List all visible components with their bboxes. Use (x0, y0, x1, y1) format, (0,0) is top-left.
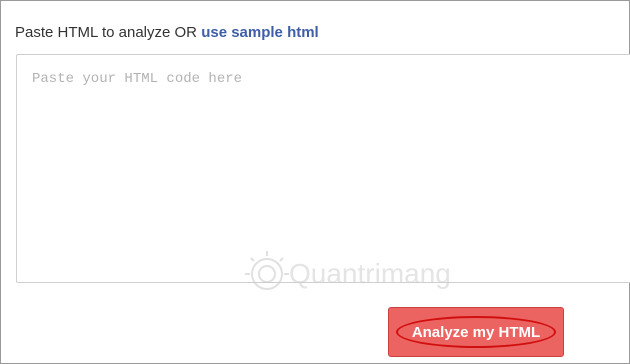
instruction-label: Paste HTML to analyze OR (15, 24, 202, 41)
use-sample-html-link[interactable]: use sample html (201, 24, 319, 41)
analyze-my-html-button[interactable]: Analyze my HTML (388, 307, 564, 357)
html-code-input[interactable] (16, 54, 630, 283)
analyzer-panel: Paste HTML to analyze OR use sample html… (0, 0, 630, 364)
instruction-text: Paste HTML to analyze OR use sample html (15, 24, 319, 41)
analyze-button-label: Analyze my HTML (411, 323, 541, 341)
